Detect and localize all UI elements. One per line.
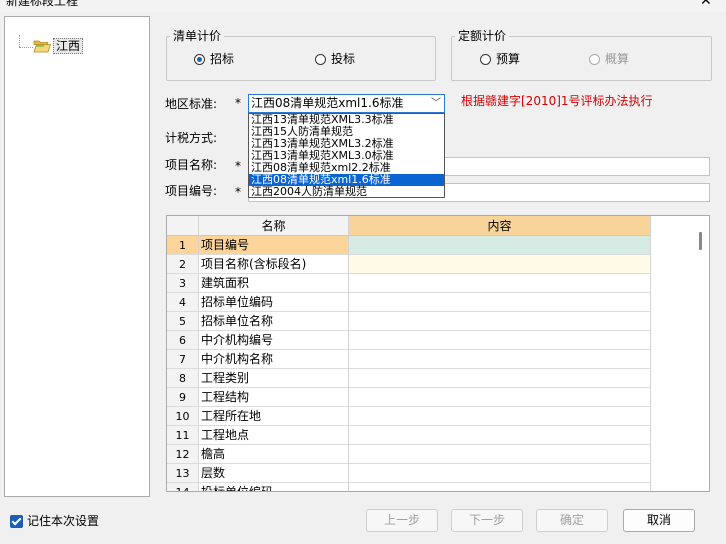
row-number: 13 <box>167 464 199 483</box>
row-number: 5 <box>167 312 199 331</box>
row-content-cell[interactable] <box>349 331 651 350</box>
region-note: 根据赣建字[2010]1号评标办法执行 <box>461 94 653 108</box>
grid-corner <box>167 216 199 236</box>
table-row[interactable]: 1 项目编号 <box>167 236 651 255</box>
table-row[interactable]: 8 工程类别 <box>167 369 651 388</box>
table-row[interactable]: 7 中介机构名称 <box>167 350 651 369</box>
row-number: 1 <box>167 236 199 255</box>
required-mark: * <box>235 185 241 199</box>
next-button[interactable]: 下一步 <box>451 509 523 532</box>
row-number: 6 <box>167 331 199 350</box>
row-number: 4 <box>167 293 199 312</box>
row-number: 10 <box>167 407 199 426</box>
row-content-cell[interactable] <box>349 426 651 445</box>
table-row[interactable]: 14投标单位编码 <box>167 483 651 491</box>
table-row[interactable]: 12 檐高 <box>167 445 651 464</box>
row-number: 12 <box>167 445 199 464</box>
tree-connector <box>19 35 20 47</box>
bid-radio-label[interactable]: 投标 <box>331 52 355 66</box>
table-row[interactable]: 5 招标单位名称 <box>167 312 651 331</box>
row-number: 7 <box>167 350 199 369</box>
row-name-cell[interactable]: 檐高 <box>199 445 349 464</box>
row-number: 9 <box>167 388 199 407</box>
row-number: 2 <box>167 255 199 274</box>
table-row[interactable]: 11 工程地点 <box>167 426 651 445</box>
budget-radio[interactable] <box>480 54 491 65</box>
row-content-cell[interactable] <box>349 236 651 255</box>
table-row[interactable]: 13 层数 <box>167 464 651 483</box>
table-row[interactable]: 10 工程所在地 <box>167 407 651 426</box>
tree-item-jiangxi[interactable]: 江西 <box>53 38 84 54</box>
row-content-cell[interactable] <box>349 255 651 274</box>
row-name-cell[interactable]: 工程结构 <box>199 388 349 407</box>
row-name-cell[interactable]: 建筑面积 <box>199 274 349 293</box>
project-info-grid[interactable]: 名称 内容 1 项目编号 2 项目名称(含标段名) 3 建筑面积 4 招标单位编码 5 招标单位名… <box>166 215 710 492</box>
confirm-button[interactable]: 确定 <box>536 509 608 532</box>
row-name-cell[interactable]: 项目名称(含标段名) <box>199 255 349 274</box>
vertical-scrollbar[interactable] <box>699 232 702 250</box>
row-number: 3 <box>167 274 199 293</box>
row-name-cell[interactable]: 招标单位编码 <box>199 293 349 312</box>
budget-radio-label[interactable]: 预算 <box>496 52 520 66</box>
tender-radio[interactable] <box>194 54 205 65</box>
region-select-value: 江西08清单规范xml1.6标准 <box>251 96 404 110</box>
row-content-cell[interactable] <box>349 445 651 464</box>
row-content-cell[interactable] <box>349 312 651 331</box>
bill-pricing-title: 清单计价 <box>170 29 225 43</box>
remember-settings-label[interactable]: 记住本次设置 <box>27 514 99 528</box>
table-row[interactable]: 6 中介机构编号 <box>167 331 651 350</box>
row-content-cell[interactable] <box>349 407 651 426</box>
row-name-cell[interactable]: 投标单位编码 <box>199 483 349 491</box>
row-name-cell[interactable]: 项目编号 <box>199 236 349 255</box>
quota-pricing-title: 定额计价 <box>455 29 510 43</box>
region-dropdown-list[interactable]: 江西13清单规范XML3.3标准 江西15人防清单规范 江西13清单规范XML3… <box>248 113 445 198</box>
estimate-radio <box>589 54 600 65</box>
remember-settings-checkbox[interactable] <box>10 515 23 528</box>
table-row[interactable]: 2 项目名称(含标段名) <box>167 255 651 274</box>
tender-radio-label[interactable]: 招标 <box>210 52 234 66</box>
close-icon[interactable]: ✕ <box>700 0 714 10</box>
column-header-name[interactable]: 名称 <box>199 216 349 236</box>
tree-connector <box>19 47 33 48</box>
row-name-cell[interactable]: 中介机构名称 <box>199 350 349 369</box>
bid-radio[interactable] <box>315 54 326 65</box>
project-name-label: 项目名称: <box>165 158 218 172</box>
table-row[interactable]: 9 工程结构 <box>167 388 651 407</box>
region-option[interactable]: 江西2004人防清单规范 <box>249 186 444 198</box>
region-label: 地区标准: <box>165 97 218 111</box>
chevron-down-icon[interactable]: ﹀ <box>431 96 441 111</box>
row-content-cell[interactable] <box>349 274 651 293</box>
tax-method-label: 计税方式: <box>165 131 218 145</box>
row-content-cell[interactable] <box>349 483 651 491</box>
region-tree[interactable]: 江西 <box>4 16 150 497</box>
row-number: 8 <box>167 369 199 388</box>
window-title: 新建标段工程 <box>6 0 79 8</box>
project-code-label: 项目编号: <box>165 184 218 198</box>
title-bar: 新建标段工程 ✕ <box>0 0 726 12</box>
table-row[interactable]: 4 招标单位编码 <box>167 293 651 312</box>
row-number: 11 <box>167 426 199 445</box>
column-header-content[interactable]: 内容 <box>349 216 651 236</box>
table-row[interactable]: 3 建筑面积 <box>167 274 651 293</box>
open-folder-icon <box>33 39 52 53</box>
row-name-cell[interactable]: 工程所在地 <box>199 407 349 426</box>
row-content-cell[interactable] <box>349 464 651 483</box>
required-mark: * <box>235 96 241 110</box>
row-content-cell[interactable] <box>349 293 651 312</box>
row-name-cell[interactable]: 层数 <box>199 464 349 483</box>
row-content-cell[interactable] <box>349 388 651 407</box>
row-name-cell[interactable]: 招标单位名称 <box>199 312 349 331</box>
row-number: 14 <box>167 483 199 491</box>
prev-button[interactable]: 上一步 <box>366 509 438 532</box>
row-content-cell[interactable] <box>349 369 651 388</box>
estimate-radio-label: 概算 <box>605 52 630 66</box>
row-name-cell[interactable]: 工程地点 <box>199 426 349 445</box>
row-content-cell[interactable] <box>349 350 651 369</box>
region-select[interactable]: 江西08清单规范xml1.6标准 ﹀ <box>248 94 445 113</box>
row-name-cell[interactable]: 工程类别 <box>199 369 349 388</box>
required-mark: * <box>235 159 241 173</box>
row-name-cell[interactable]: 中介机构编号 <box>199 331 349 350</box>
cancel-button[interactable]: 取消 <box>623 509 695 532</box>
